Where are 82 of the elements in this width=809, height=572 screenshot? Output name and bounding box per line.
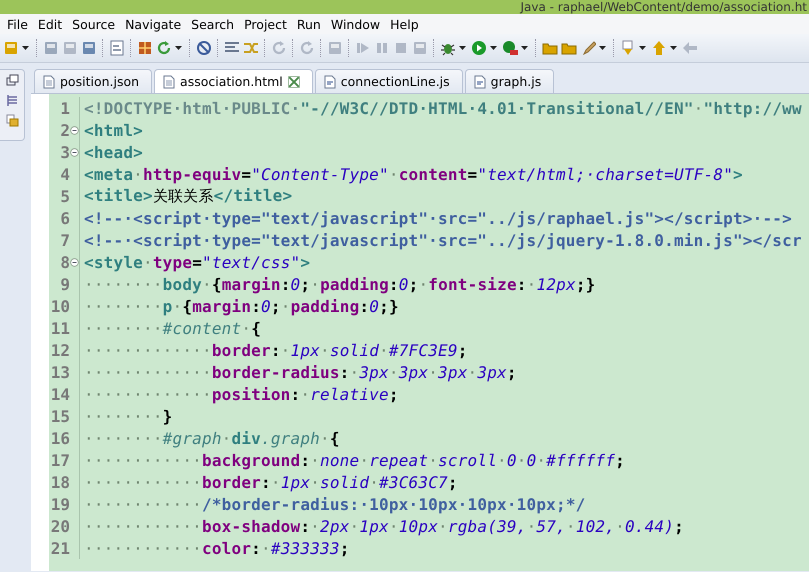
code-line: ········#content·{ [84,318,262,338]
binary-file-icon[interactable] [109,40,125,56]
restore-icon[interactable] [6,74,18,87]
code-line: ·············position:·relative; [84,384,399,404]
menu-item[interactable]: Search [186,16,240,32]
code-line: <!DOCTYPE·html·PUBLIC·"-//W3C//DTD·HTML·4.01·Transitional//EN"·"http://ww [84,98,802,118]
caret-icon[interactable] [639,46,646,50]
line-number: 4 [59,164,70,184]
code-line: ········p·{margin:0;·padding:0;} [84,296,399,316]
files-icon[interactable] [6,114,18,127]
line-number: 7 [59,230,70,250]
line-number: 14 [50,384,70,404]
script-file-icon [474,74,486,88]
menu-item[interactable]: Edit [32,16,68,32]
line-number: 11 [50,318,70,338]
package-icon[interactable] [137,40,153,56]
line-number: 5 [59,186,70,206]
code-line: ········#graph·div.graph·{ [84,428,340,448]
shuffle-icon[interactable] [243,40,259,56]
outline-icon[interactable] [6,94,18,107]
line-number: 17 [50,450,70,470]
code-line: <style·type="text/css"> [84,252,310,272]
code-line: ·············border-radius:·3px·3px·3px·3px; [84,362,517,382]
no-sign-icon[interactable] [196,40,212,56]
close-icon[interactable] [288,74,300,88]
line-number: 9 [59,274,70,294]
line-number: 15 [50,406,70,426]
line-number: 3 [59,142,70,162]
line-number: 12 [50,340,70,360]
code-line: <html> [84,120,143,140]
code-line: ·············border:·1px·solid·#7FC3E9; [84,340,468,360]
code-line: <head> [84,142,143,162]
caret-icon[interactable] [22,46,29,50]
line-number: 19 [50,494,70,514]
caret-icon[interactable] [175,46,182,50]
caret-icon[interactable] [670,46,677,50]
code-line: ············box-shadow:·2px·1px·10px·rgba(39,·57,·102,·0.44); [84,516,684,536]
code-line: <!--·<script·type="text/javascript"·src="../js/raphael.js"></script>·--> [84,208,792,228]
line-number: 13 [50,362,70,382]
code-line: ············background:·none·repeat·scroll·0·0·#ffffff; [84,450,625,470]
line-number: 8 [59,252,70,272]
caret-icon[interactable] [521,46,528,50]
editor-tab[interactable]: graph.js [464,69,554,93]
line-number: 21 [50,538,70,558]
code-line: <title>关联关系</title> [84,186,292,206]
menu-item[interactable]: Source [67,16,120,32]
menu-item[interactable]: Project [239,16,292,32]
code-line: ········body·{margin:0;·padding:0;·font-size:·12px;} [84,274,596,294]
caret-icon[interactable] [459,46,466,50]
file-icon [43,74,55,88]
line-number: 16 [50,428,70,448]
menu-item[interactable]: Run [292,16,326,32]
menu-item[interactable]: Navigate [120,16,186,32]
run-icon[interactable] [471,40,487,56]
script-file-icon [324,74,336,88]
editor-tab[interactable]: position.json [34,69,152,93]
menu-item[interactable]: Window [326,16,386,32]
code-line: ············/*border-radius:·10px·10px·10px·10px;*/ [84,494,586,514]
line-number: 2 [59,120,70,140]
brush-icon[interactable] [580,40,596,56]
fold-icon[interactable] [70,258,79,266]
editor-tab[interactable]: association.html [154,69,313,93]
editor-tab[interactable]: connectionLine.js [314,69,463,93]
menu-item[interactable]: File [2,16,33,32]
caret-icon[interactable] [490,46,497,50]
code-line: ············border:·1px·solid·#3C63C7; [84,472,458,492]
fold-icon[interactable] [70,148,79,156]
line-number: 6 [59,208,70,228]
line-number: 18 [50,472,70,492]
code-line: ············color:·#333333; [84,538,350,558]
code-line: <meta·http-equiv="Content-Type"·content="text/html;·charset=UTF-8"> [84,164,743,184]
file-icon [163,74,176,88]
menu-item[interactable]: Help [385,16,424,32]
line-number: 1 [59,98,70,118]
code-line: ········} [84,406,173,426]
fold-icon[interactable] [70,126,79,134]
run-tool-icon[interactable] [502,40,518,56]
line-number: 10 [50,296,70,316]
line-number: 20 [50,516,70,536]
caret-icon[interactable] [599,46,606,50]
code-line: <!--·<script·type="text/javascript"·src="../js/jquery-1.8.0.min.js"></scr [84,230,802,250]
window-title: Java - raphael/WebContent/demo/association.ht [520,0,807,14]
